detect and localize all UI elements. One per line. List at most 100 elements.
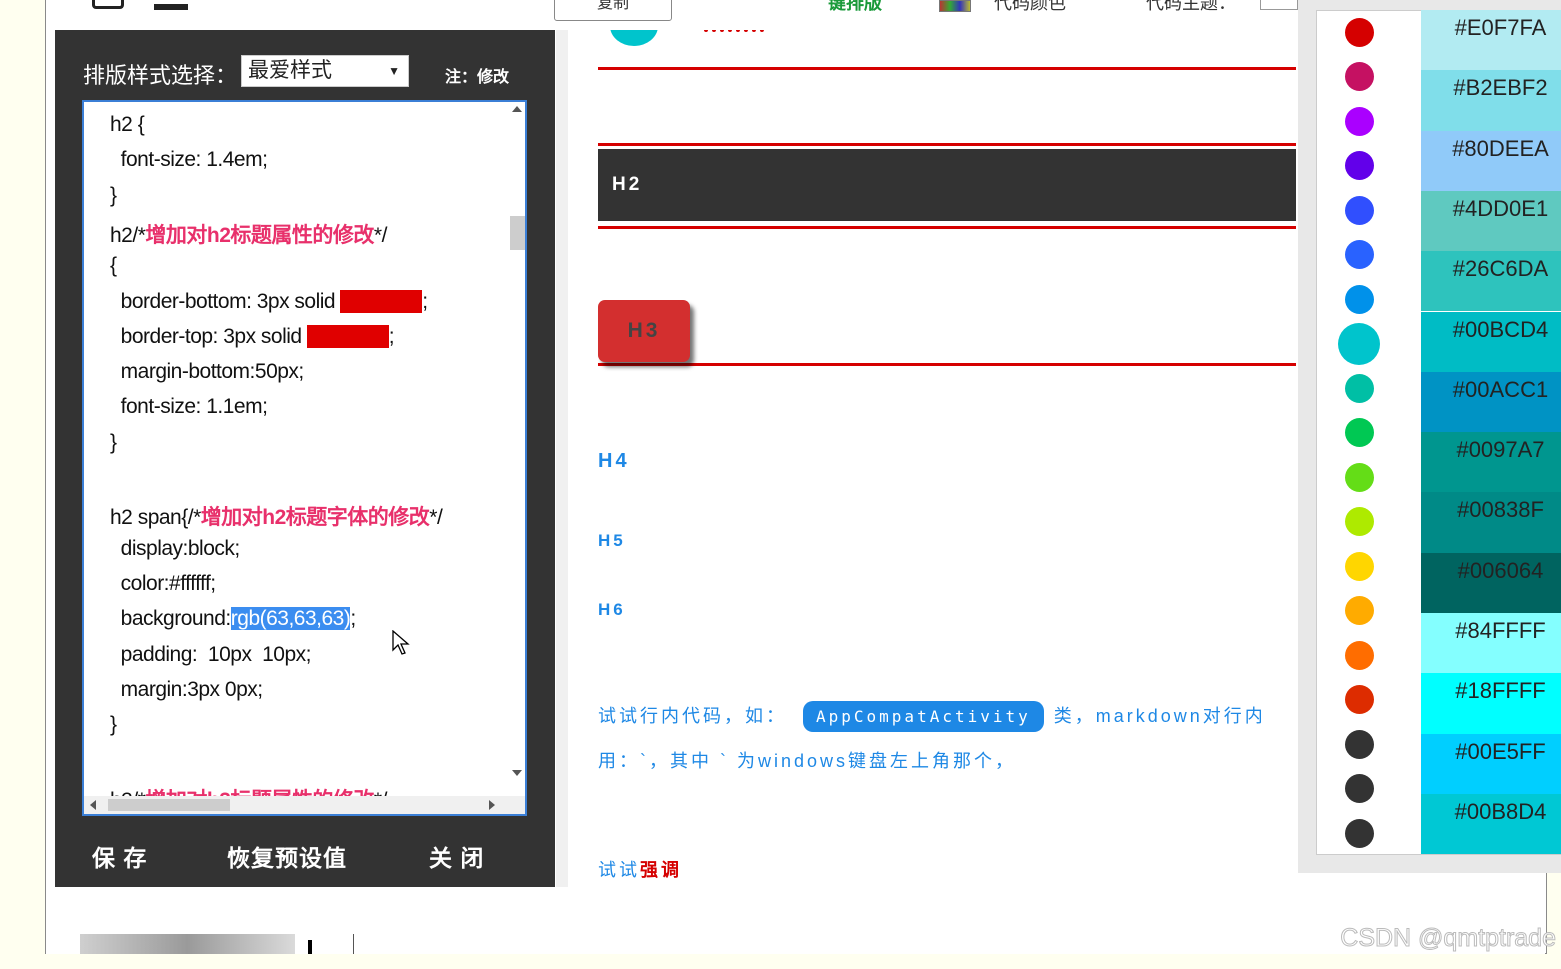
color-swatch[interactable]: #4DD0E1 [1421,190,1561,252]
vertical-scrollbar[interactable] [507,102,525,780]
code-line: h2 span{/*增加对h2标题字体的修改*/ [110,501,443,531]
one-click-format-link[interactable]: 键排版 [828,0,882,15]
color-dot[interactable] [1344,551,1374,581]
code-line: color:#ffffff; [110,572,216,596]
color-dot[interactable] [1344,195,1374,225]
color-swatch[interactable]: #26C6DA [1421,251,1561,312]
color-dot[interactable] [1338,322,1380,365]
horizontal-scroll-thumb[interactable] [108,799,230,811]
color-swatch[interactable]: #0097A7 [1421,432,1561,493]
color-dot[interactable] [1344,685,1374,714]
toolbar-icon[interactable] [92,0,124,9]
color-dot[interactable] [1344,596,1374,625]
color-dot[interactable] [1344,418,1374,447]
color-dot[interactable] [1344,62,1374,91]
color-swatch[interactable]: #18FFFF [1421,673,1561,734]
color-dot[interactable] [1344,17,1374,47]
inline-text-before: 试试行内代码，如： [598,706,787,726]
color-swatch[interactable]: #E0F7FA [1421,10,1561,71]
scroll-up-icon[interactable] [512,106,522,112]
color-swatch[interactable]: #006064 [1421,552,1561,613]
color-dot[interactable] [1344,774,1374,803]
code-text: ; [350,607,356,631]
css-code-editor[interactable]: h2 { font-size: 1.4em;} h2/*增加对h2标题属性的修改*… [82,100,527,816]
selected-text: rgb(63,63,63) [230,607,351,631]
code-line: border-top: 3px solid #D50000; [110,324,395,349]
toolbar-button[interactable]: 复制 [554,0,672,21]
color-swatch[interactable]: #B2EBF2 [1421,70,1561,131]
color-dot[interactable] [1344,240,1374,269]
emphasis-paragraph: 试试强调 [598,856,682,882]
h1-decoration [610,30,658,46]
scroll-left-icon[interactable] [90,800,96,810]
code-text: h2 span{/* [110,506,201,530]
background-thumbnail [80,934,295,954]
h2-border-top [598,143,1296,146]
color-swatch[interactable]: #00E5FF [1421,733,1561,794]
save-button[interactable]: 保 存 [92,839,147,873]
code-theme-label: 代码主题： [1146,0,1236,13]
code-line: padding: 10px 10px; [110,642,312,667]
watermark: CSDN @qmtptrade [1340,924,1557,953]
style-select-value: 最爱样式 [248,59,332,82]
color-dot[interactable] [1344,284,1374,314]
preview-h3: H3 [598,300,690,362]
preview-h4: H4 [598,450,630,472]
color-dot[interactable] [1344,640,1374,670]
restore-defaults-button[interactable]: 恢复预设值 [227,839,347,873]
color-palette-panel: #E0F7FA #B2EBF2 #80DEEA #4DD0E1 #26C6DA #00BC… [1298,0,1561,873]
code-color-label[interactable]: 代码颜色 [994,0,1066,15]
preview-h6: H6 [598,600,626,619]
color-swatch[interactable]: #84FFFF [1421,613,1561,674]
color-palette: #E0F7FA #B2EBF2 #80DEEA #4DD0E1 #26C6DA #00BC… [1316,10,1561,855]
toolbar-icon[interactable] [154,4,188,10]
color-swatch[interactable]: #80DEEA [1421,130,1561,191]
code-text: padding: 10px 10px; [110,642,312,666]
code-line: background:rgb(63,63,63); [110,607,356,631]
color-dot[interactable] [1344,373,1374,403]
style-select-label: 排版样式选择： [83,63,238,88]
color-swatch[interactable]: #00B8D4 [1421,793,1561,855]
code-line: font-size: 1.1em; [110,395,268,419]
code-theme-select[interactable] [1260,0,1298,10]
color-dot[interactable] [1344,462,1374,492]
note-text: 注：修改 [445,69,510,86]
color-dot[interactable] [1344,106,1374,136]
style-select[interactable]: 最爱样式 ▼ [241,55,409,87]
preview-h5: H5 [598,531,626,550]
color-swatch[interactable]: #00838F [1421,492,1561,553]
code-line: font-size: 1.4em; [110,148,268,172]
code-line: border-bottom: 3px solid #D50000; [110,289,428,314]
background-divider [308,940,312,954]
vertical-scroll-thumb[interactable] [510,216,525,250]
color-dot[interactable] [1344,818,1374,848]
scroll-right-icon[interactable] [489,800,495,810]
code-text: border-bottom: 3px solid [110,289,341,313]
color-value-highlight: #D50000 [306,324,389,348]
preview-pane: H2 H3 H4 H5 H6 试试行内代码，如： AppCompatActivit… [556,30,1296,887]
inline-code: AppCompatActivity [803,701,1044,732]
color-dot[interactable] [1344,729,1374,759]
code-line: h2 { [110,113,145,137]
horizontal-scrollbar[interactable] [84,796,525,814]
scroll-down-icon[interactable] [512,770,522,776]
code-comment: 增加对h2标题属性的修改 [145,223,374,247]
color-value-highlight: #D50000 [340,289,423,313]
close-button[interactable]: 关 闭 [429,839,484,873]
code-line: margin:3px 0px; [110,678,263,702]
code-text: */ [429,506,443,530]
color-swatch[interactable]: #00ACC1 [1421,371,1561,433]
code-text: border-top: 3px solid [110,324,307,348]
preview-h2: H2 [598,149,1296,221]
h2-border-bottom [598,226,1296,229]
color-dot[interactable] [1344,507,1374,536]
code-text: ; [422,289,428,313]
color-image-icon[interactable] [939,0,971,12]
style-editor-panel: 排版样式选择： 最爱样式 ▼ 注：修改 h2 { font-size: 1.4e… [55,30,555,887]
code-line: { [110,254,117,278]
code-comment: 增加对h2标题字体的修改 [200,506,430,530]
color-swatch[interactable]: #00BCD4 [1421,311,1561,372]
code-text: background: [110,607,232,631]
code-line: } [110,431,117,455]
color-dot[interactable] [1344,151,1374,180]
